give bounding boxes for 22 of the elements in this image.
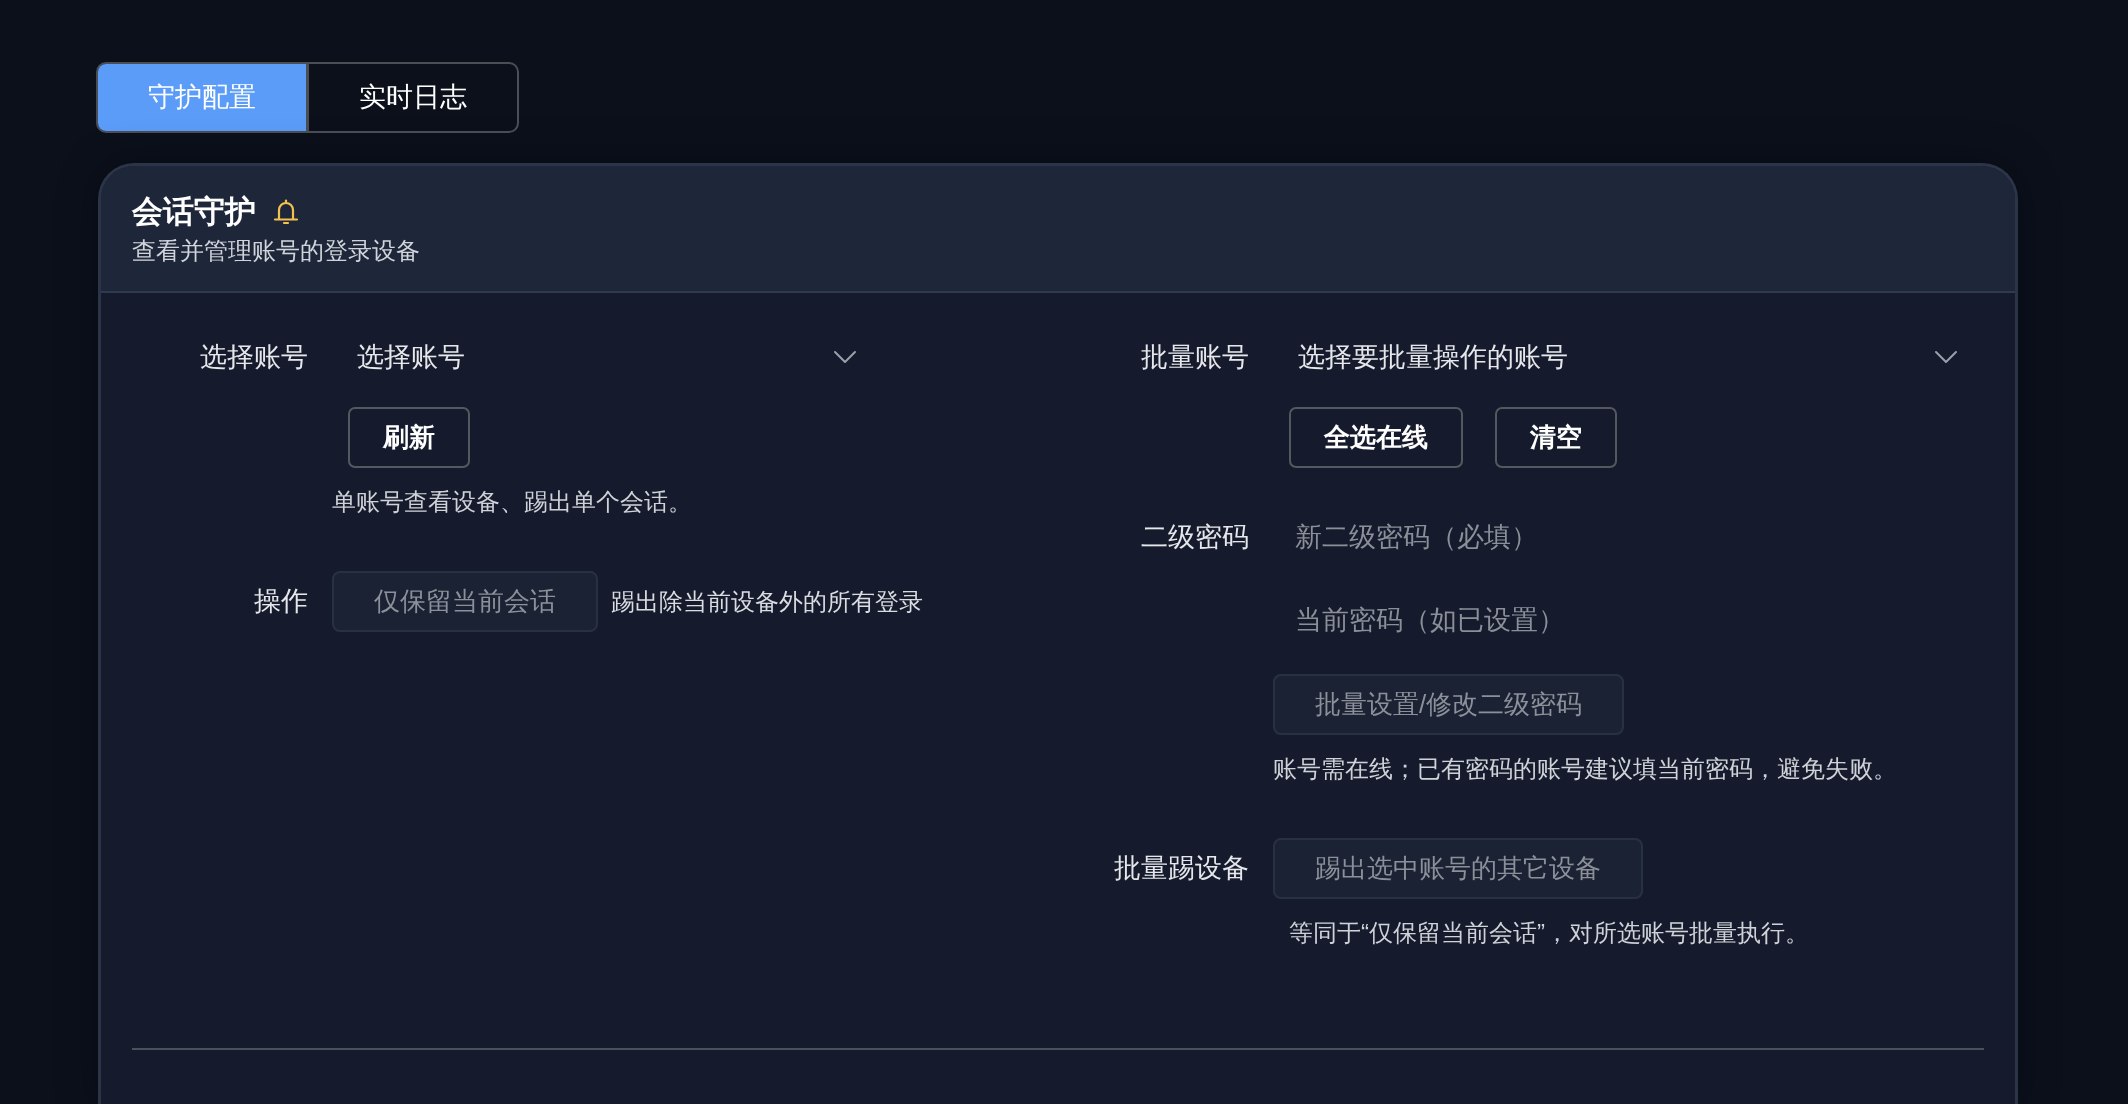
field-label: 选择账号 xyxy=(200,340,308,374)
bell-icon xyxy=(272,198,300,226)
dropdown-select[interactable]: 选择账号 xyxy=(332,329,870,385)
panel-title: 会话守护 xyxy=(132,193,256,231)
chevron-down-icon xyxy=(833,350,857,364)
field-label: 二级密码 xyxy=(1141,520,1249,554)
action-button[interactable]: 清空 xyxy=(1495,407,1617,468)
note-text: 踢出除当前设备外的所有登录 xyxy=(611,586,923,617)
field-label: 批量踢设备 xyxy=(1114,852,1249,886)
hint-text: 账号需在线；已有密码的账号建议填当前密码，避免失败。 xyxy=(1273,754,1897,784)
dropdown-select[interactable]: 选择要批量操作的账号 xyxy=(1273,329,1971,385)
field-label: 操作 xyxy=(254,585,308,619)
tab[interactable]: 实时日志 xyxy=(306,64,517,131)
input-field[interactable]: 当前密码（如已设置） xyxy=(1273,592,1971,648)
hint-text: 单账号查看设备、踢出单个会话。 xyxy=(332,487,692,517)
panel-subtitle: 查看并管理账号的登录设备 xyxy=(132,236,421,266)
chevron-down-icon xyxy=(1934,350,1958,364)
hint-text: 等同于“仅保留当前会话”，对所选账号批量执行。 xyxy=(1289,918,1809,948)
field-label: 批量账号 xyxy=(1141,340,1249,374)
input-field[interactable]: 新二级密码（必填） xyxy=(1273,509,1971,565)
action-button[interactable]: 全选在线 xyxy=(1289,407,1463,468)
action-button[interactable]: 刷新 xyxy=(348,407,470,468)
